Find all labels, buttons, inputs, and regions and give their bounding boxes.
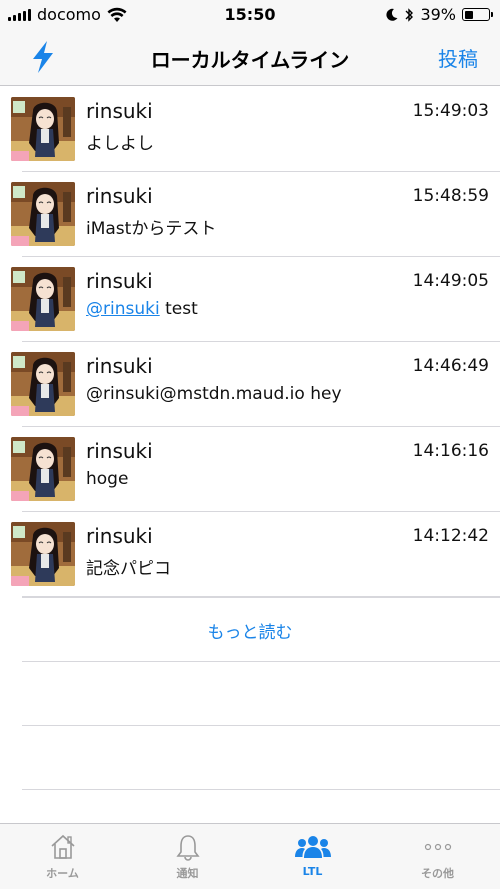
post-content: hoge bbox=[86, 469, 129, 489]
avatar[interactable] bbox=[11, 182, 75, 246]
post-author-name: rinsuki bbox=[86, 354, 153, 378]
post-timestamp: 15:49:03 bbox=[412, 101, 489, 121]
more-icon bbox=[424, 843, 451, 851]
timeline-post[interactable]: rinsuki 14:49:05 @rinsuki test bbox=[0, 257, 500, 342]
tab-notifications[interactable]: 通知 bbox=[125, 824, 250, 889]
tab-label: ホーム bbox=[46, 867, 79, 880]
post-content: 記念パピコ bbox=[86, 559, 171, 579]
post-content: @rinsuki test bbox=[86, 299, 198, 319]
post-timestamp: 14:16:16 bbox=[412, 441, 489, 461]
lightning-icon[interactable] bbox=[28, 40, 58, 74]
divider bbox=[22, 725, 500, 726]
timeline-post[interactable]: rinsuki 14:12:42 記念パピコ bbox=[0, 512, 500, 597]
tab-label: 通知 bbox=[176, 867, 199, 880]
mention-link[interactable]: @rinsuki bbox=[86, 299, 160, 319]
status-bar: docomo 15:50 39% bbox=[0, 0, 500, 30]
timeline-post[interactable]: rinsuki 15:48:59 iMastからテスト bbox=[0, 172, 500, 257]
post-content: よしよし bbox=[86, 134, 154, 154]
divider bbox=[22, 789, 500, 790]
moon-icon bbox=[386, 8, 398, 21]
battery-percent: 39% bbox=[420, 5, 456, 24]
post-author-name: rinsuki bbox=[86, 524, 153, 548]
load-more-button[interactable]: もっと読む bbox=[0, 598, 500, 662]
post-author-name: rinsuki bbox=[86, 439, 153, 463]
navigation-bar: ローカルタイムライン 投稿 bbox=[0, 30, 500, 86]
post-timestamp: 14:46:49 bbox=[412, 356, 489, 376]
people-icon bbox=[294, 836, 331, 858]
status-right: 39% bbox=[386, 5, 493, 24]
bluetooth-icon bbox=[405, 7, 414, 22]
avatar[interactable] bbox=[11, 267, 75, 331]
tab-bar: ホーム 通知 LTL その他 bbox=[0, 823, 500, 889]
timeline-post[interactable]: rinsuki 15:49:03 よしよし bbox=[0, 87, 500, 172]
post-content: @rinsuki@mstdn.maud.io hey bbox=[86, 384, 342, 404]
tab-home[interactable]: ホーム bbox=[0, 824, 125, 889]
avatar[interactable] bbox=[11, 522, 75, 586]
bell-icon bbox=[175, 835, 200, 861]
avatar[interactable] bbox=[11, 437, 75, 501]
post-author-name: rinsuki bbox=[86, 269, 153, 293]
divider bbox=[22, 661, 500, 662]
post-timestamp: 14:49:05 bbox=[412, 271, 489, 291]
post-author-name: rinsuki bbox=[86, 184, 153, 208]
post-timestamp: 15:48:59 bbox=[412, 186, 489, 206]
timeline-post[interactable]: rinsuki 14:46:49 @rinsuki@mstdn.maud.io he… bbox=[0, 342, 500, 427]
tab-label: その他 bbox=[421, 867, 454, 880]
compose-button[interactable]: 投稿 bbox=[438, 43, 478, 72]
post-content-text: test bbox=[159, 299, 198, 319]
timeline-list: rinsuki 15:49:03 よしよし rinsuki 15:48:59 iMast… bbox=[0, 87, 500, 597]
tab-label: LTL bbox=[302, 865, 323, 878]
avatar[interactable] bbox=[11, 352, 75, 416]
tab-ltl[interactable]: LTL bbox=[250, 824, 375, 889]
battery-icon bbox=[462, 8, 493, 21]
tab-more[interactable]: その他 bbox=[375, 824, 500, 889]
post-author-name: rinsuki bbox=[86, 99, 153, 123]
post-content: iMastからテスト bbox=[86, 219, 217, 239]
home-icon bbox=[50, 834, 75, 859]
page-title: ローカルタイムライン bbox=[150, 48, 350, 72]
post-timestamp: 14:12:42 bbox=[412, 526, 489, 546]
timeline-post[interactable]: rinsuki 14:16:16 hoge bbox=[0, 427, 500, 512]
avatar[interactable] bbox=[11, 97, 75, 161]
